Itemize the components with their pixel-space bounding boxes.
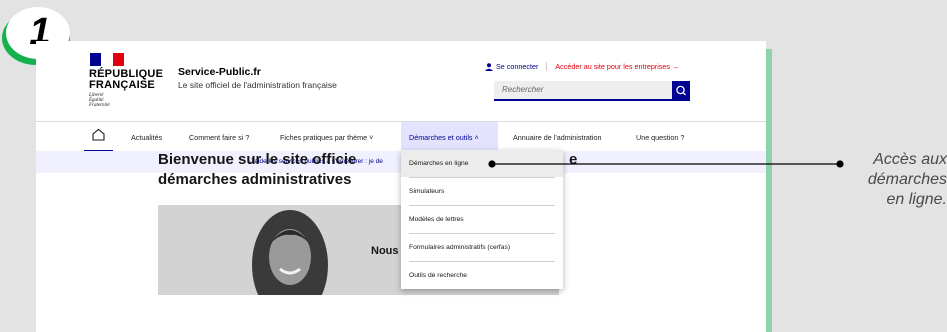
demarches-dropdown-menu: Démarches en ligne Simulateurs Modèles d… [401, 150, 563, 289]
nav-item-comment-faire[interactable]: Comment faire si ? [189, 133, 249, 142]
separator [546, 62, 548, 71]
site-title[interactable]: Service-Public.fr [178, 66, 261, 78]
user-icon [485, 62, 493, 71]
site-subtitle: Le site officiel de l'administration fra… [178, 80, 337, 90]
nav-item-fiches-pratiques[interactable]: Fiches pratiques par thème ˅ [280, 133, 373, 142]
nav-item-annuaire[interactable]: Annuaire de l'administration [513, 133, 601, 142]
menu-item-modeles-lettres[interactable]: Modèles de lettres [401, 206, 563, 233]
nav-item-actualites[interactable]: Actualités [131, 133, 162, 142]
menu-item-label: Formulaires administratifs (cerfas) [409, 244, 511, 251]
main-navigation: Actualités Comment faire si ? Fiches pra… [36, 121, 766, 152]
menu-item-simulateurs[interactable]: Simulateurs [401, 178, 563, 205]
callout-text: Accès aux démarches en ligne. [867, 151, 947, 208]
home-icon [92, 128, 105, 141]
menu-item-demarches-en-ligne[interactable]: Démarches en ligne [401, 150, 563, 177]
flag-icon [90, 53, 124, 66]
nav-item-une-question[interactable]: Une question ? [636, 133, 684, 142]
menu-item-label: Modèles de lettres [409, 216, 464, 223]
person-photo [252, 210, 328, 295]
menu-item-label: Simulateurs [409, 188, 445, 195]
welcome-heading-suffix: e [569, 151, 578, 168]
search-input[interactable]: Rechercher [494, 81, 672, 101]
search-icon [676, 85, 686, 96]
menu-item-formulaires[interactable]: Formulaires administratifs (cerfas) [401, 234, 563, 261]
search-bar: Rechercher [494, 81, 690, 101]
menu-item-label: Outils de recherche [409, 272, 467, 279]
republique-francaise-logo: RÉPUBLIQUE FRANÇAISE [89, 68, 164, 91]
menu-item-outils-recherche[interactable]: Outils de recherche [401, 262, 563, 289]
search-button[interactable] [672, 81, 690, 101]
motto: Liberté Égalité Fraternité [89, 93, 110, 109]
connect-link[interactable]: Se connecter [496, 62, 538, 71]
home-tab[interactable] [84, 122, 113, 152]
business-site-link[interactable]: Accéder au site pour les entreprises → [555, 62, 679, 71]
top-links: Se connecter Accéder au site pour les en… [485, 62, 679, 71]
side-accent-bar [766, 49, 772, 332]
menu-item-label: Démarches en ligne [409, 160, 469, 167]
nav-item-demarches-outils[interactable]: Démarches et outils ˄ [409, 133, 479, 142]
welcome-heading-text: Bienvenue sur le site officie démarches … [158, 151, 357, 188]
search-placeholder: Rechercher [502, 85, 544, 94]
